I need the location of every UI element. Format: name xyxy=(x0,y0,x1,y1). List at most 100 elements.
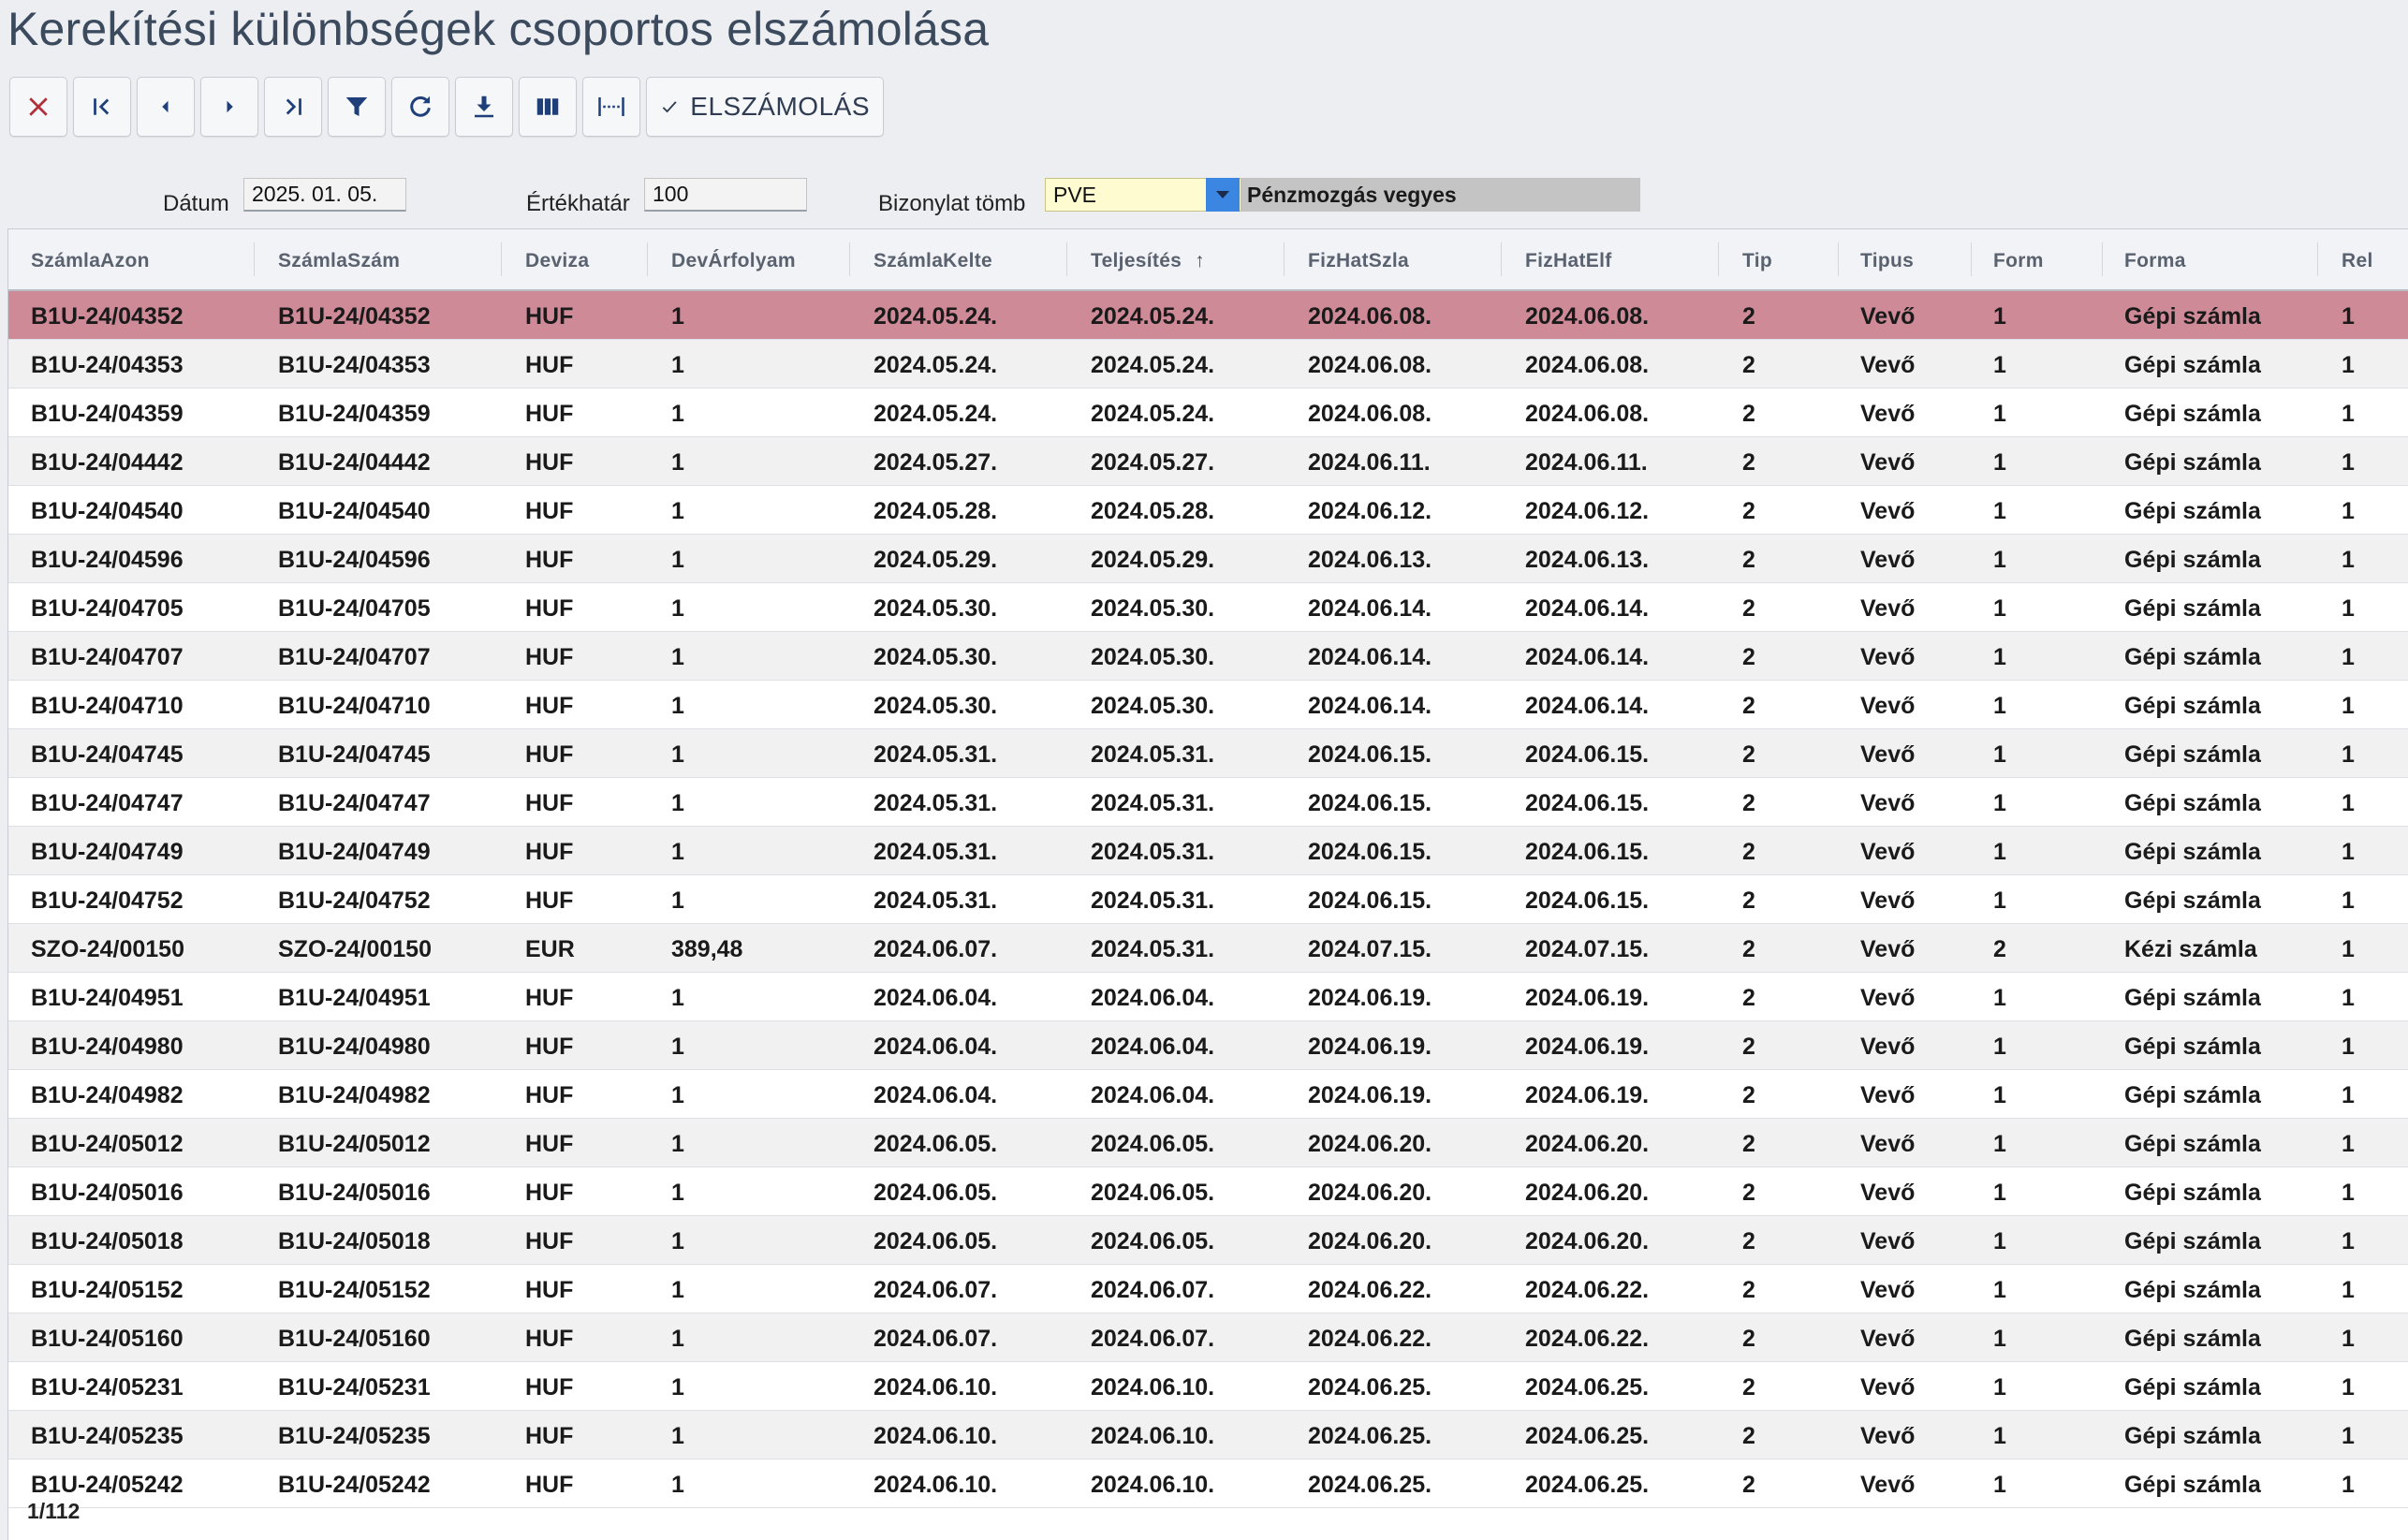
cell-fizhatelf: 2024.06.15. xyxy=(1525,741,1650,768)
date-input[interactable]: 2025. 01. 05. xyxy=(243,178,406,212)
table-row[interactable]: B1U-24/04982 B1U-24/04982 HUF 1 2024.06.04. 2… xyxy=(8,1070,2408,1119)
column-header-szamlakelte[interactable]: SzámlaKelte xyxy=(874,229,992,289)
table-row[interactable]: B1U-24/04596 B1U-24/04596 HUF 1 2024.05.29. 2… xyxy=(8,535,2408,583)
table-row[interactable]: SZO-24/00150 SZO-24/00150 EUR 389,48 2024.06… xyxy=(8,924,2408,973)
cell-forma: Gépi számla xyxy=(2124,595,2261,622)
cell-forma: Gépi számla xyxy=(2124,401,2261,427)
column-header-fizhatszla[interactable]: FizHatSzla xyxy=(1308,229,1409,289)
last-page-button[interactable] xyxy=(264,77,322,137)
cell-deviza: HUF xyxy=(525,887,574,914)
column-header-szamlaazon[interactable]: SzámlaAzon xyxy=(31,229,150,289)
previous-page-button[interactable] xyxy=(137,77,195,137)
table-row[interactable]: B1U-24/05018 B1U-24/05018 HUF 1 2024.06.05. 2… xyxy=(8,1216,2408,1265)
column-header-fizhatelf[interactable]: FizHatElf xyxy=(1525,229,1612,289)
cell-forma: Gépi számla xyxy=(2124,1131,2261,1157)
column-separator[interactable] xyxy=(1501,242,1502,276)
table-row[interactable]: B1U-24/05016 B1U-24/05016 HUF 1 2024.06.05. 2… xyxy=(8,1167,2408,1216)
cell-szamlaazon: B1U-24/05018 xyxy=(31,1228,184,1254)
cell-szamlaszam: B1U-24/04951 xyxy=(278,985,431,1011)
cell-rel: 1 xyxy=(2342,1180,2355,1206)
prev-icon xyxy=(162,100,169,113)
column-header-szamlaszam[interactable]: SzámlaSzám xyxy=(278,229,400,289)
table-row[interactable]: B1U-24/04710 B1U-24/04710 HUF 1 2024.05.30. 2… xyxy=(8,681,2408,729)
table-row[interactable]: B1U-24/04707 B1U-24/04707 HUF 1 2024.05.30. 2… xyxy=(8,632,2408,681)
column-header-devarfolyam[interactable]: DevÁrfolyam xyxy=(671,229,796,289)
column-separator[interactable] xyxy=(647,242,648,276)
cell-rel: 1 xyxy=(2342,741,2355,768)
cell-deviza: HUF xyxy=(525,790,574,816)
column-header-tipus[interactable]: Tipus xyxy=(1860,229,1914,289)
column-separator[interactable] xyxy=(2102,242,2103,276)
cell-tip: 2 xyxy=(1742,401,1755,427)
cell-deviza: HUF xyxy=(525,595,574,622)
column-header-teljesites[interactable]: Teljesítés ↑ xyxy=(1091,229,1205,289)
cell-tip: 2 xyxy=(1742,547,1755,573)
column-separator[interactable] xyxy=(1718,242,1719,276)
table-row-selected[interactable]: B1U-24/04352 B1U-24/04352 HUF 1 2024.05.24. 2… xyxy=(8,291,2408,340)
column-separator[interactable] xyxy=(501,242,502,276)
table-row[interactable]: B1U-24/04353 B1U-24/04353 HUF 1 2024.05.24. 2… xyxy=(8,340,2408,389)
first-page-button[interactable] xyxy=(73,77,131,137)
cell-szamlakelte: 2024.05.31. xyxy=(874,790,998,816)
cell-fizhatelf: 2024.06.20. xyxy=(1525,1131,1650,1157)
cell-rel: 1 xyxy=(2342,303,2355,330)
cell-tipus: Vevő xyxy=(1860,693,1916,719)
close-button[interactable] xyxy=(9,77,67,137)
column-separator[interactable] xyxy=(849,242,850,276)
check-icon xyxy=(662,101,677,113)
table-row[interactable]: B1U-24/04749 B1U-24/04749 HUF 1 2024.05.31. 2… xyxy=(8,827,2408,875)
cell-deviza: HUF xyxy=(525,547,574,573)
column-header-tip[interactable]: Tip xyxy=(1742,229,1772,289)
cell-szamlakelte: 2024.06.04. xyxy=(874,1034,998,1060)
table-row[interactable]: B1U-24/04980 B1U-24/04980 HUF 1 2024.06.04. 2… xyxy=(8,1021,2408,1070)
block-dropdown-button[interactable] xyxy=(1206,178,1240,212)
column-width-button[interactable] xyxy=(582,77,640,137)
table-row[interactable]: B1U-24/04951 B1U-24/04951 HUF 1 2024.06.04. 2… xyxy=(8,973,2408,1021)
column-header-rel[interactable]: Rel xyxy=(2342,229,2373,289)
cell-forma: Gépi számla xyxy=(2124,547,2261,573)
table-row[interactable]: B1U-24/04747 B1U-24/04747 HUF 1 2024.05.31. 2… xyxy=(8,778,2408,827)
table-row[interactable]: B1U-24/04442 B1U-24/04442 HUF 1 2024.05.27. 2… xyxy=(8,437,2408,486)
column-header-form[interactable]: Form xyxy=(1993,229,2044,289)
cell-form: 1 xyxy=(1993,401,2006,427)
cell-fizhatszla: 2024.06.15. xyxy=(1308,741,1432,768)
columns-button[interactable] xyxy=(519,77,577,137)
table-row[interactable]: B1U-24/05160 B1U-24/05160 HUF 1 2024.06.07. 2… xyxy=(8,1313,2408,1362)
next-page-button[interactable] xyxy=(200,77,258,137)
table-row[interactable]: B1U-24/05231 B1U-24/05231 HUF 1 2024.06.10. 2… xyxy=(8,1362,2408,1411)
cell-fizhatszla: 2024.06.08. xyxy=(1308,401,1432,427)
cell-fizhatszla: 2024.06.20. xyxy=(1308,1180,1432,1206)
cell-fizhatelf: 2024.06.15. xyxy=(1525,887,1650,914)
table-row[interactable]: B1U-24/05242 B1U-24/05242 HUF 1 2024.06.10. 2… xyxy=(8,1459,2408,1508)
column-separator[interactable] xyxy=(254,242,255,276)
filter-button[interactable] xyxy=(328,77,386,137)
threshold-input[interactable]: 100 xyxy=(644,178,807,212)
cell-rel: 1 xyxy=(2342,1034,2355,1060)
table-row[interactable]: B1U-24/05152 B1U-24/05152 HUF 1 2024.06.07. 2… xyxy=(8,1265,2408,1313)
cell-szamlaazon: B1U-24/04980 xyxy=(31,1034,184,1060)
column-separator[interactable] xyxy=(1838,242,1839,276)
table-row[interactable]: B1U-24/05012 B1U-24/05012 HUF 1 2024.06.05. 2… xyxy=(8,1119,2408,1167)
cell-forma: Gépi számla xyxy=(2124,1082,2261,1108)
table-row[interactable]: B1U-24/04752 B1U-24/04752 HUF 1 2024.05.31. 2… xyxy=(8,875,2408,924)
table-row[interactable]: B1U-24/04705 B1U-24/04705 HUF 1 2024.05.30. 2… xyxy=(8,583,2408,632)
settle-button[interactable]: ELSZÁMOLÁS xyxy=(646,77,884,137)
table-row[interactable]: B1U-24/04745 B1U-24/04745 HUF 1 2024.05.31. 2… xyxy=(8,729,2408,778)
cell-fizhatelf: 2024.06.25. xyxy=(1525,1374,1650,1401)
refresh-button[interactable] xyxy=(391,77,449,137)
column-separator[interactable] xyxy=(1066,242,1067,276)
table-row[interactable]: B1U-24/05235 B1U-24/05235 HUF 1 2024.06.10. 2… xyxy=(8,1411,2408,1459)
table-row[interactable]: B1U-24/04540 B1U-24/04540 HUF 1 2024.05.28. 2… xyxy=(8,486,2408,535)
column-header-forma[interactable]: Forma xyxy=(2124,229,2186,289)
download-button[interactable] xyxy=(455,77,513,137)
column-separator[interactable] xyxy=(2317,242,2318,276)
cell-tipus: Vevő xyxy=(1860,595,1916,622)
cell-szamlaazon: B1U-24/04540 xyxy=(31,498,184,524)
cell-szamlakelte: 2024.06.10. xyxy=(874,1374,998,1401)
cell-rel: 1 xyxy=(2342,644,2355,670)
table-row[interactable]: B1U-24/04359 B1U-24/04359 HUF 1 2024.05.24. 2… xyxy=(8,389,2408,437)
column-separator[interactable] xyxy=(1971,242,1972,276)
cell-szamlaazon: SZO-24/00150 xyxy=(31,936,184,962)
column-separator[interactable] xyxy=(1284,242,1285,276)
column-header-deviza[interactable]: Deviza xyxy=(525,229,589,289)
